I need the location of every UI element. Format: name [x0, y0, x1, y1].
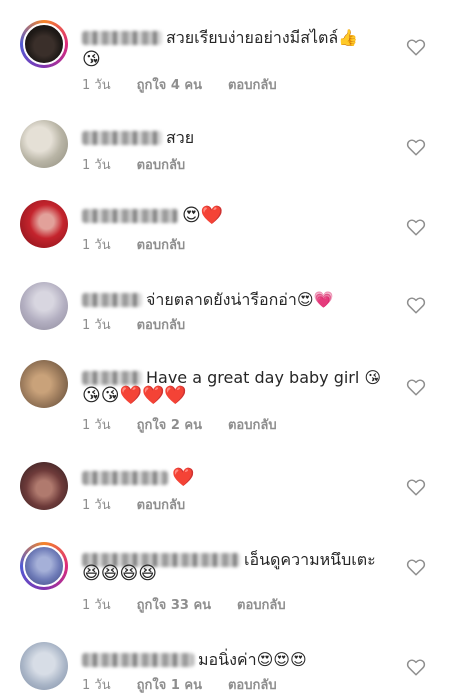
- avatar[interactable]: [20, 542, 68, 590]
- avatar[interactable]: [20, 360, 68, 408]
- comment-time: 1 วัน: [82, 418, 111, 433]
- comment-item: ❤️ 1 วัน ตอบกลับ: [0, 462, 450, 522]
- comment-meta: 1 วัน ถูกใจ 1 คน ตอบกลับ: [82, 674, 277, 695]
- comment-meta: 1 วัน ถูกใจ 33 คน ตอบกลับ: [82, 594, 286, 615]
- heart-outline-icon[interactable]: [406, 378, 426, 396]
- avatar-image: [20, 642, 68, 690]
- username-blurred[interactable]: [82, 131, 162, 145]
- comment-time: 1 วัน: [82, 498, 111, 513]
- avatar[interactable]: [20, 200, 68, 248]
- comment-meta: 1 วัน ถูกใจ 4 คน ตอบกลับ: [82, 74, 277, 95]
- reply-button[interactable]: ตอบกลับ: [228, 674, 277, 695]
- comment-likes[interactable]: ถูกใจ 4 คน: [137, 74, 202, 95]
- avatar[interactable]: [20, 20, 68, 68]
- avatar[interactable]: [20, 462, 68, 510]
- comment-body: มอนิ่งค่า😍😍😍: [198, 650, 307, 669]
- comment-item: จ่ายตลาดยังน่ารีอกอ่า😍💗 1 วัน ตอบกลับ: [0, 282, 450, 342]
- avatar-image: [23, 545, 65, 587]
- comment-body: จ่ายตลาดยังน่ารีอกอ่า😍💗: [146, 290, 334, 309]
- comment-text: สวยเรียบง่ายอย่างมีสไตล์👍: [82, 26, 397, 50]
- comment-item: มอนิ่งค่า😍😍😍 1 วัน ถูกใจ 1 คน ตอบกลับ: [0, 642, 450, 695]
- heart-outline-icon[interactable]: [406, 218, 426, 236]
- comment-second-line: 😆😆😆😆: [82, 563, 158, 584]
- comment-meta: 1 วัน ถูกใจ 2 คน ตอบกลับ: [82, 414, 277, 435]
- avatar[interactable]: [20, 282, 68, 330]
- avatar-image: [20, 200, 68, 248]
- username-blurred[interactable]: [82, 209, 178, 223]
- heart-outline-icon[interactable]: [406, 658, 426, 676]
- reply-button[interactable]: ตอบกลับ: [137, 154, 186, 175]
- comment-item: Have a great day baby girl 😘 😘😘❤️❤️❤️ 1 …: [0, 360, 450, 440]
- username-blurred[interactable]: [82, 371, 142, 385]
- comment-text: 😍❤️: [82, 206, 397, 226]
- comment-text: จ่ายตลาดยังน่ารีอกอ่า😍💗: [82, 288, 397, 312]
- comment-meta: 1 วัน ตอบกลับ: [82, 154, 185, 175]
- comment-time: 1 วัน: [82, 158, 111, 173]
- comment-body: สวยเรียบง่ายอย่างมีสไตล์👍: [166, 28, 359, 47]
- username-blurred[interactable]: [82, 653, 194, 667]
- comment-time: 1 วัน: [82, 78, 111, 93]
- reply-button[interactable]: ตอบกลับ: [137, 314, 186, 335]
- heart-outline-icon[interactable]: [406, 38, 426, 56]
- comment-likes[interactable]: ถูกใจ 33 คน: [137, 594, 211, 615]
- comment-meta: 1 วัน ตอบกลับ: [82, 494, 185, 515]
- comment-item: สวยเรียบง่ายอย่างมีสไตล์👍 😘 1 วัน ถูกใจ …: [0, 20, 450, 100]
- avatar-image: [20, 282, 68, 330]
- comment-body: สวย: [166, 128, 195, 147]
- avatar-image: [20, 360, 68, 408]
- comment-time: 1 วัน: [82, 318, 111, 333]
- comment-likes[interactable]: ถูกใจ 2 คน: [137, 414, 202, 435]
- comment-text: มอนิ่งค่า😍😍😍: [82, 648, 397, 672]
- reply-button[interactable]: ตอบกลับ: [228, 74, 277, 95]
- avatar-image: [20, 120, 68, 168]
- heart-outline-icon[interactable]: [406, 138, 426, 156]
- reply-button[interactable]: ตอบกลับ: [137, 234, 186, 255]
- reply-button[interactable]: ตอบกลับ: [228, 414, 277, 435]
- comment-time: 1 วัน: [82, 598, 111, 613]
- comment-meta: 1 วัน ตอบกลับ: [82, 234, 185, 255]
- comment-item: สวย 1 วัน ตอบกลับ: [0, 120, 450, 180]
- comment-time: 1 วัน: [82, 678, 111, 693]
- reply-button[interactable]: ตอบกลับ: [237, 594, 286, 615]
- avatar-image: [20, 462, 68, 510]
- heart-outline-icon[interactable]: [406, 558, 426, 576]
- comment-text: ❤️: [82, 468, 397, 488]
- comment-body: 😍❤️: [182, 205, 224, 226]
- username-blurred[interactable]: [82, 31, 162, 45]
- comment-time: 1 วัน: [82, 238, 111, 253]
- heart-outline-icon[interactable]: [406, 478, 426, 496]
- comment-body: ❤️: [172, 467, 195, 488]
- heart-outline-icon[interactable]: [406, 296, 426, 314]
- comment-second-line: 😘: [82, 49, 101, 70]
- comment-second-line: 😘😘❤️❤️❤️: [82, 385, 187, 406]
- avatar[interactable]: [20, 120, 68, 168]
- username-blurred[interactable]: [82, 293, 142, 307]
- avatar-image: [23, 23, 65, 65]
- username-blurred[interactable]: [82, 471, 168, 485]
- comment-meta: 1 วัน ตอบกลับ: [82, 314, 185, 335]
- comment-item: เอ็นดูความหนึบเตะ 😆😆😆😆 1 วัน ถูกใจ 33 คน…: [0, 542, 450, 622]
- reply-button[interactable]: ตอบกลับ: [137, 494, 186, 515]
- comment-text: สวย: [82, 126, 397, 150]
- comment-likes[interactable]: ถูกใจ 1 คน: [137, 674, 202, 695]
- comment-item: 😍❤️ 1 วัน ตอบกลับ: [0, 200, 450, 260]
- avatar[interactable]: [20, 642, 68, 690]
